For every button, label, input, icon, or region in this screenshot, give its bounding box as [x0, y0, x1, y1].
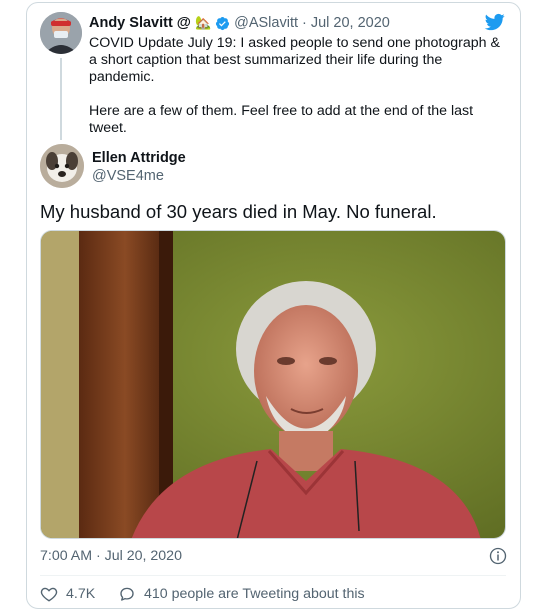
avatar-ellen-attridge[interactable] — [40, 144, 84, 188]
tweeting-about-link[interactable]: 410 people are Tweeting about this — [118, 584, 365, 604]
tweeting-about-text: 410 people are Tweeting about this — [144, 586, 365, 602]
verified-badge-icon — [216, 16, 230, 30]
main-author-name[interactable]: Ellen Attridge — [92, 150, 186, 166]
house-emoji-icon: 🏡 — [194, 15, 212, 30]
thread-connector-line — [60, 58, 62, 140]
twitter-bird-icon[interactable] — [484, 12, 506, 32]
parent-paragraph-2: Here are a few of them. Feel free to add… — [89, 103, 474, 136]
parent-tweet-text: COVID Update July 19: I asked people to … — [89, 35, 504, 137]
tweet-timestamp[interactable]: 7:00 AM · Jul 20, 2020 — [40, 548, 182, 564]
parent-tweet-header: Andy Slavitt @ 🏡 @ASlavitt · Jul 20, 202… — [89, 13, 489, 33]
tweet-photo[interactable] — [40, 230, 506, 539]
like-button[interactable]: 4.7K — [40, 584, 95, 604]
avatar-andy-slavitt[interactable] — [40, 12, 82, 54]
main-tweet-text: My husband of 30 years died in May. No f… — [40, 201, 437, 222]
parent-tweet-date[interactable]: Jul 20, 2020 — [311, 15, 390, 31]
parent-name-suffix: @ — [176, 15, 191, 31]
parent-author-handle[interactable]: @ASlavitt — [234, 15, 298, 31]
speech-bubble-icon — [120, 587, 134, 601]
parent-separator: · — [302, 15, 307, 31]
like-count: 4.7K — [66, 586, 96, 602]
actions-divider — [40, 575, 506, 576]
info-icon[interactable] — [489, 547, 507, 565]
heart-icon — [40, 587, 58, 602]
main-author-handle[interactable]: @VSE4me — [92, 168, 164, 184]
parent-author-name[interactable]: Andy Slavitt — [89, 15, 173, 31]
parent-paragraph-1: COVID Update July 19: I asked people to … — [89, 35, 500, 85]
